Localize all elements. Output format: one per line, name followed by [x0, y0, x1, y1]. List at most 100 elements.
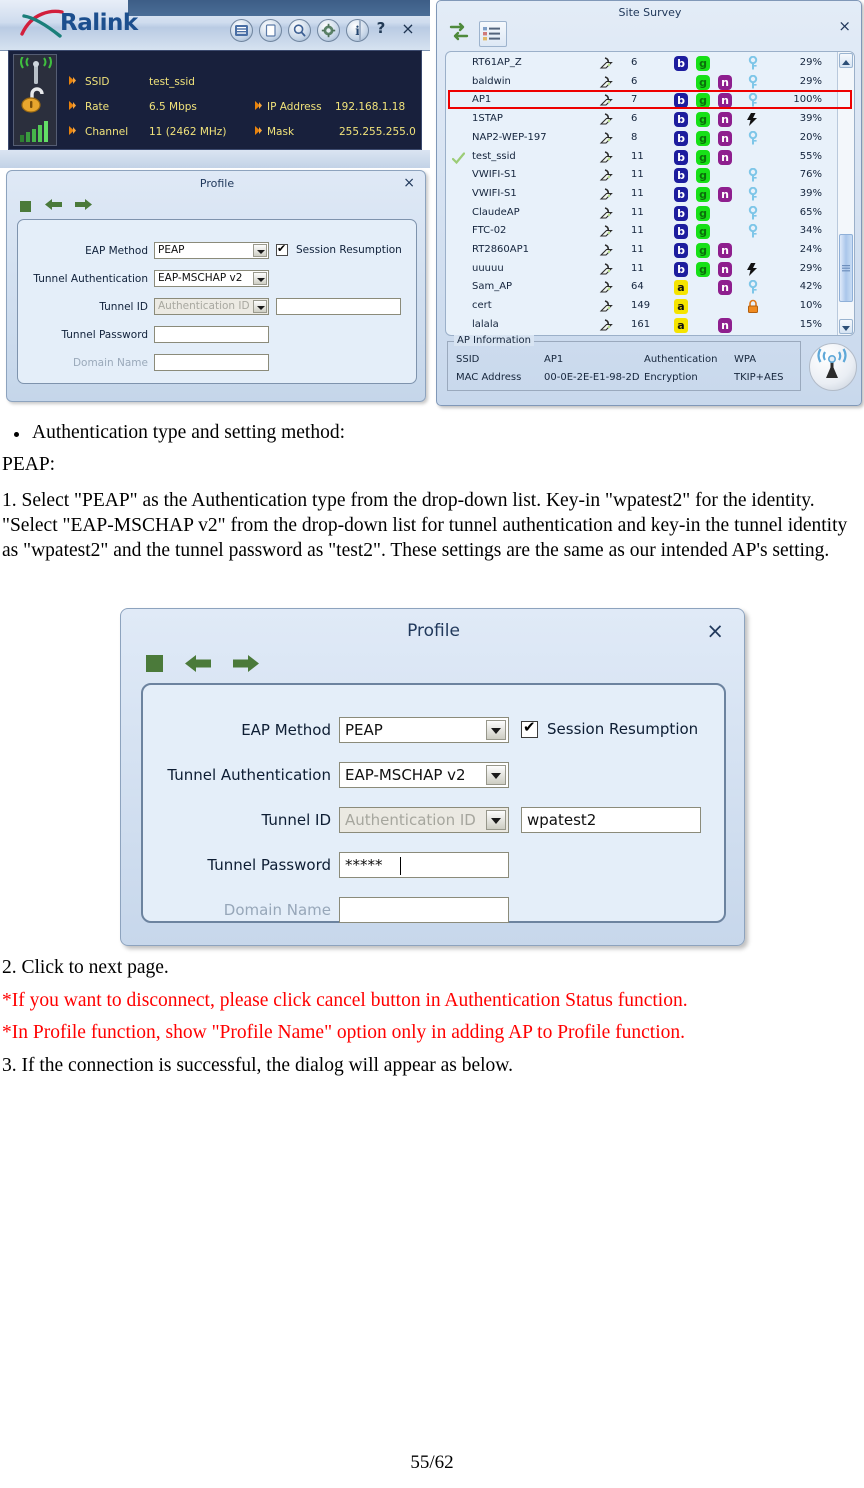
chevron-down-icon[interactable] [486, 765, 506, 785]
list-detail-icon[interactable] [479, 21, 507, 47]
arrow-right-icon[interactable] [75, 197, 92, 216]
ralink-status-panel: SSID test_ssid Rate 6.5 Mbps IP Address … [8, 50, 422, 150]
band-badge-g: g [696, 243, 710, 258]
peap-heading: PEAP: [2, 454, 56, 475]
ap-signal-strength: 39% [799, 187, 822, 199]
chevron-down-icon[interactable] [486, 720, 506, 740]
profile-small-toolbar [19, 195, 415, 217]
ip-address-label: IP Address [267, 101, 322, 113]
list-view-icon[interactable] [230, 19, 253, 42]
ap-list-row[interactable]: ClaudeAP 11 b g 65% [446, 205, 839, 223]
ap-list-row[interactable]: cert 149 a 10% [446, 298, 839, 316]
rescan-icon[interactable] [447, 21, 473, 45]
tunnel-password-input[interactable]: ***** [339, 852, 509, 878]
tunnel-password-label: Tunnel Password [61, 329, 148, 341]
close-icon[interactable]: × [706, 619, 724, 643]
ap-list-row[interactable]: RT61AP_Z 6 b g 29% [446, 55, 839, 73]
band-badge-a: a [674, 317, 688, 333]
ralink-logo-icon [20, 9, 64, 38]
ap-list-row[interactable]: uuuuu 11 b g n 29% [446, 261, 839, 279]
arrow-right-icon[interactable] [233, 652, 259, 679]
ssid-value: test_ssid [149, 76, 195, 88]
tunnel-id-select[interactable]: Authentication ID [339, 807, 509, 833]
band-badge-b: b [674, 112, 688, 128]
magnifier-icon[interactable] [288, 19, 311, 42]
ap-ssid: VWIFI-S1 [472, 169, 517, 181]
band-badge-g: g [696, 224, 710, 240]
band-badge-b: b [674, 168, 688, 184]
band-badge-n: n [718, 280, 732, 296]
security-key-icon [746, 280, 760, 295]
band-badge-g: g [696, 168, 710, 184]
ap-info-ssid-value: AP1 [544, 354, 564, 365]
chevron-down-icon[interactable] [253, 300, 267, 313]
page-icon[interactable] [259, 19, 282, 42]
chevron-down-icon[interactable] [253, 244, 267, 257]
domain-name-input[interactable] [154, 354, 269, 371]
ap-list-scrollbar[interactable] [837, 52, 854, 335]
stop-square-icon[interactable] [145, 654, 164, 677]
band-badge-g: g [696, 205, 710, 221]
tunnel-id-select[interactable]: Authentication ID [154, 298, 269, 315]
ap-channel: 11 [631, 225, 644, 237]
ap-type-icon [598, 168, 614, 184]
ssid-label: SSID [85, 76, 110, 88]
ap-list-row[interactable]: test_ssid 11 b g n 55% [446, 149, 839, 167]
help-button[interactable]: ? [372, 19, 390, 41]
band-badge-b: b [674, 186, 688, 202]
arrow-left-icon[interactable] [45, 197, 62, 216]
security-key-icon [746, 74, 760, 90]
domain-name-input[interactable] [339, 897, 509, 923]
bullet-arrow-icon [69, 126, 76, 135]
ap-channel: 6 [631, 113, 638, 125]
chevron-down-icon[interactable] [486, 810, 506, 830]
ap-list-row[interactable]: NAP2-WEP-197 8 b g n 20% [446, 130, 839, 148]
band-badge-g: g [696, 112, 710, 128]
band-badge-b: b [674, 205, 688, 221]
ap-ssid: Sam_AP [472, 281, 513, 293]
tunnel-id-input[interactable] [276, 298, 401, 315]
ap-type-icon [598, 75, 614, 91]
ap-list-row[interactable]: baldwin 6 g n 29% [446, 74, 839, 92]
session-resumption-checkbox[interactable] [276, 242, 288, 256]
ap-signal-strength: 39% [799, 113, 822, 125]
ralink-utility-window: Ralink i ? × SSID test_ssid Rate 6.5 Mbp… [0, 0, 430, 168]
arrow-left-icon[interactable] [185, 652, 211, 679]
gear-icon[interactable] [317, 19, 340, 42]
ap-list-row[interactable]: AP1 7 b g n 100% [446, 92, 839, 110]
close-button[interactable]: × [398, 19, 418, 41]
ap-signal-strength: 24% [799, 244, 822, 255]
ap-list-row[interactable]: lalala 161 a n 15% [446, 317, 839, 335]
ap-list-row[interactable]: Sam_AP 64 a n 42% [446, 279, 839, 297]
security-key-icon [746, 186, 760, 202]
ap-list-row[interactable]: FTC-02 11 b g 34% [446, 223, 839, 241]
scroll-down-button[interactable] [839, 319, 853, 334]
profile-small-title: Profile [199, 177, 235, 190]
session-resumption-checkbox[interactable] [521, 718, 538, 738]
security-key-icon [746, 224, 760, 239]
info-icon[interactable]: i [346, 19, 369, 42]
tunnel-authentication-select[interactable]: EAP-MSCHAP v2 [154, 270, 269, 287]
ap-list-row[interactable]: RT2860AP1 11 b g n 24% [446, 242, 839, 260]
tunnel-id-input[interactable]: wpatest2 [521, 807, 701, 833]
ap-list-row[interactable]: VWIFI-S1 11 b g 76% [446, 167, 839, 185]
ap-list-row[interactable]: VWIFI-S1 11 b g n 39% [446, 186, 839, 204]
ap-ssid: NAP2-WEP-197 [472, 131, 547, 143]
close-icon[interactable]: × [403, 175, 415, 191]
tunnel-authentication-value: EAP-MSCHAP v2 [158, 272, 243, 284]
eap-method-select[interactable]: PEAP [339, 717, 509, 743]
tunnel-password-input[interactable] [154, 326, 269, 343]
scrollbar-thumb[interactable] [839, 234, 853, 302]
ap-type-icon [598, 262, 614, 278]
domain-name-label: Domain Name [72, 357, 148, 369]
ap-list[interactable]: RT61AP_Z 6 b g 29% baldwin 6 g n 29% AP1 7 b g n 100% 1S… [445, 51, 855, 336]
ap-signal-strength: 34% [799, 225, 822, 237]
scroll-up-button[interactable] [839, 53, 853, 68]
tunnel-authentication-select[interactable]: EAP-MSCHAP v2 [339, 762, 509, 788]
ap-type-icon [598, 187, 614, 203]
eap-method-select[interactable]: PEAP [154, 242, 269, 259]
ap-list-row[interactable]: 1STAP 6 b g n 39% [446, 111, 839, 129]
chevron-down-icon[interactable] [253, 272, 267, 285]
profile-large-toolbar [145, 649, 705, 679]
stop-square-icon[interactable] [19, 198, 32, 217]
